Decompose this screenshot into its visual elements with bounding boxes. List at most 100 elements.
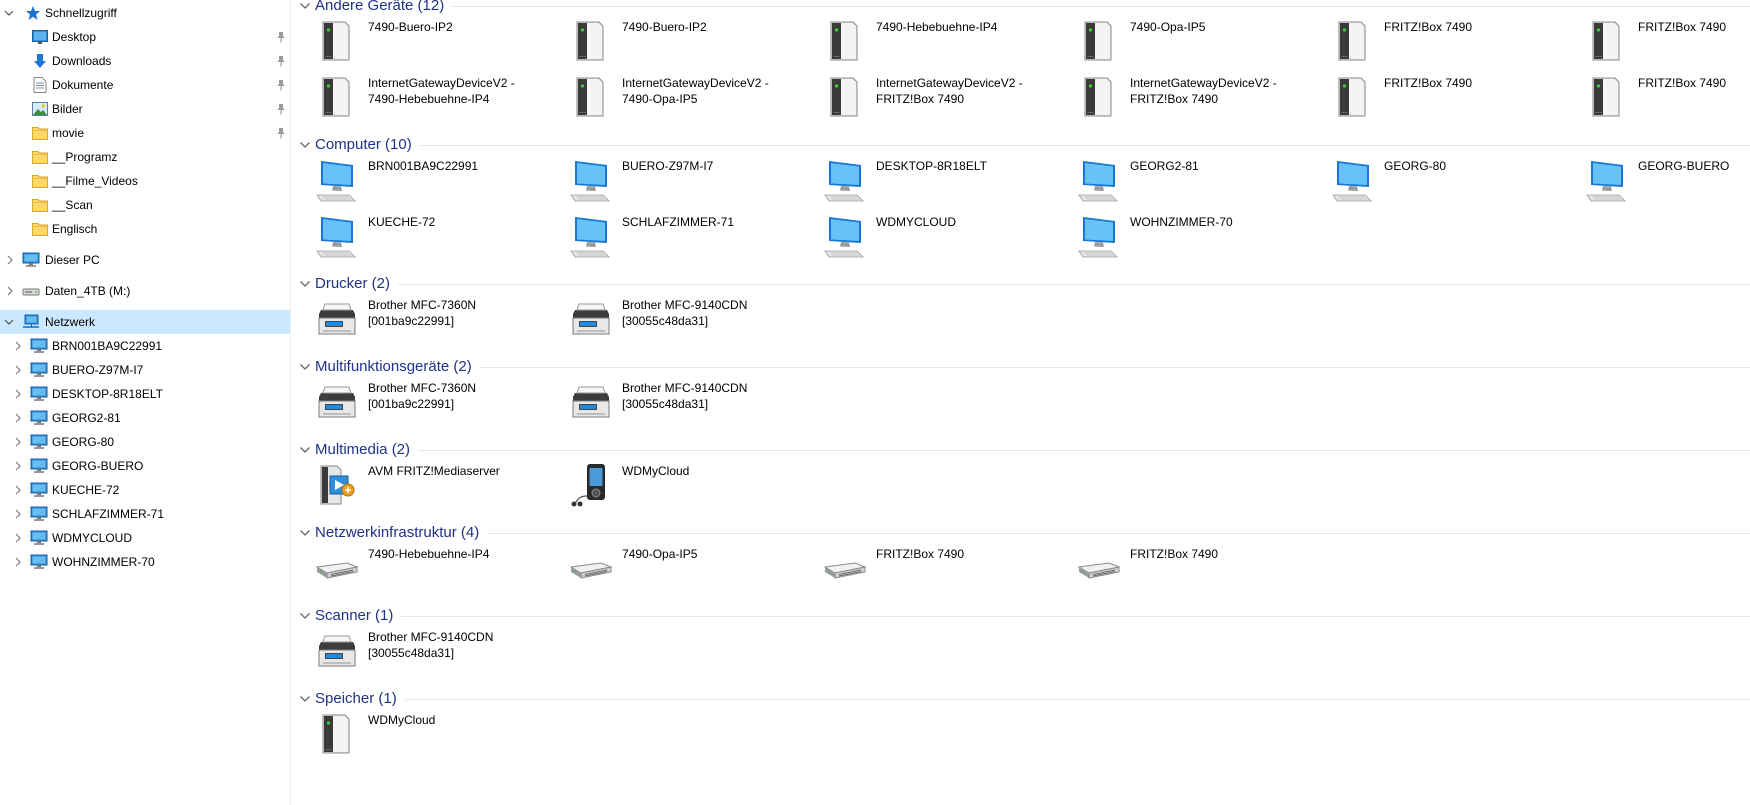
chevron-down-icon[interactable]	[4, 317, 14, 327]
network-device-item[interactable]: GEORG2-81	[1057, 155, 1307, 203]
computer-icon	[569, 211, 613, 259]
nav-quick-access-item[interactable]: __Programz	[0, 145, 290, 169]
chevron-down-icon[interactable]	[299, 278, 311, 288]
network-device-item[interactable]: FRITZ!Box 7490	[1311, 16, 1561, 64]
network-device-item[interactable]: Brother MFC-9140CDN [30055c48da31]	[549, 377, 799, 425]
nav-quick-access-item[interactable]: Bilder	[0, 97, 290, 121]
network-device-item[interactable]: 7490-Opa-IP5	[1057, 16, 1307, 64]
network-device-item[interactable]: FRITZ!Box 7490	[1565, 16, 1750, 64]
group-header[interactable]: Multimedia (2)	[291, 441, 1750, 459]
chevron-right-icon[interactable]	[13, 341, 23, 351]
network-device-item[interactable]: InternetGatewayDeviceV2 - FRITZ!Box 7490	[1057, 72, 1307, 120]
nav-network-computer[interactable]: GEORG2-81	[0, 406, 290, 430]
chevron-down-icon[interactable]	[299, 693, 311, 703]
chevron-right-icon[interactable]	[13, 389, 23, 399]
nav-item-label: Desktop	[52, 30, 97, 44]
nav-network-computer[interactable]: SCHLAFZIMMER-71	[0, 502, 290, 526]
chevron-down-icon[interactable]	[299, 527, 311, 537]
nav-item-label: WDMYCLOUD	[52, 531, 132, 545]
chevron-right-icon[interactable]	[13, 461, 23, 471]
group-header[interactable]: Speicher (1)	[291, 690, 1750, 708]
pin-icon	[276, 31, 286, 43]
network-device-item[interactable]: 7490-Hebebuehne-IP4	[803, 16, 1053, 64]
group-header[interactable]: Scanner (1)	[291, 607, 1750, 625]
network-device-item[interactable]: WDMyCloud	[295, 709, 545, 757]
network-device-item[interactable]: InternetGatewayDeviceV2 - FRITZ!Box 7490	[803, 72, 1053, 120]
network-device-item[interactable]: FRITZ!Box 7490	[1311, 72, 1561, 120]
nav-network-computer[interactable]: GEORG-80	[0, 430, 290, 454]
chevron-down-icon[interactable]	[299, 139, 311, 149]
device-tower-icon	[1331, 72, 1375, 120]
nav-network-computer[interactable]: KUECHE-72	[0, 478, 290, 502]
network-device-item[interactable]: InternetGatewayDeviceV2 - 7490-Hebebuehn…	[295, 72, 545, 120]
chevron-right-icon[interactable]	[13, 437, 23, 447]
network-device-item[interactable]: 7490-Buero-IP2	[549, 16, 799, 64]
chevron-down-icon[interactable]	[299, 444, 311, 454]
router-icon	[1077, 543, 1121, 591]
nav-quick-access-item[interactable]: movie	[0, 121, 290, 145]
network-device-item[interactable]: Brother MFC-7360N [001ba9c22991]	[295, 294, 545, 342]
network-device-item[interactable]: Brother MFC-7360N [001ba9c22991]	[295, 377, 545, 425]
group-header[interactable]: Drucker (2)	[291, 275, 1750, 293]
network-device-item[interactable]: Brother MFC-9140CDN [30055c48da31]	[295, 626, 545, 674]
group-header[interactable]: Netzwerkinfrastruktur (4)	[291, 524, 1750, 542]
nav-quick-access-item[interactable]: Englisch	[0, 217, 290, 241]
chevron-right-icon[interactable]	[13, 557, 23, 567]
chevron-right-icon[interactable]	[5, 286, 15, 296]
network-device-item[interactable]: InternetGatewayDeviceV2 - 7490-Opa-IP5	[549, 72, 799, 120]
network-device-item[interactable]: GEORG-BUERO	[1565, 155, 1750, 203]
group-separator	[398, 284, 1750, 285]
nav-quick-access-item[interactable]: Dokumente	[0, 73, 290, 97]
nav-network-computer[interactable]: BRN001BA9C22991	[0, 334, 290, 358]
computer-icon	[1077, 211, 1121, 259]
nav-quick-access-item[interactable]: __Filme_Videos	[0, 169, 290, 193]
network-device-item[interactable]: BUERO-Z97M-I7	[549, 155, 799, 203]
nav-network-computer[interactable]: WOHNZIMMER-70	[0, 550, 290, 574]
device-name: 7490-Opa-IP5	[622, 547, 698, 561]
network-device-item[interactable]: FRITZ!Box 7490	[1057, 543, 1307, 591]
printer-icon	[315, 294, 359, 342]
network-device-item[interactable]: 7490-Buero-IP2	[295, 16, 545, 64]
nav-quick-access-item[interactable]: Downloads	[0, 49, 290, 73]
network-device-item[interactable]: FRITZ!Box 7490	[803, 543, 1053, 591]
nav-quick-access[interactable]: Schnellzugriff	[0, 1, 290, 25]
nav-network-computer[interactable]: DESKTOP-8R18ELT	[0, 382, 290, 406]
chevron-down-icon[interactable]	[4, 8, 14, 18]
chevron-right-icon[interactable]	[13, 365, 23, 375]
chevron-down-icon[interactable]	[299, 610, 311, 620]
nav-network-computer[interactable]: BUERO-Z97M-I7	[0, 358, 290, 382]
chevron-right-icon[interactable]	[13, 509, 23, 519]
network-device-item[interactable]: GEORG-80	[1311, 155, 1561, 203]
network-device-item[interactable]: WDMYCLOUD	[803, 211, 1053, 259]
nav-this-pc[interactable]: Dieser PC	[0, 248, 290, 272]
chevron-right-icon[interactable]	[5, 255, 15, 265]
network-device-item[interactable]: WOHNZIMMER-70	[1057, 211, 1307, 259]
chevron-right-icon[interactable]	[13, 485, 23, 495]
device-name: WDMYCLOUD	[876, 215, 956, 229]
network-device-item[interactable]: WDMyCloud	[549, 460, 799, 508]
nav-quick-access-item[interactable]: __Scan	[0, 193, 290, 217]
nav-network-computer[interactable]: WDMYCLOUD	[0, 526, 290, 550]
network-device-item[interactable]: 7490-Hebebuehne-IP4	[295, 543, 545, 591]
network-device-item[interactable]: FRITZ!Box 7490	[1565, 72, 1750, 120]
network-device-item[interactable]: AVM FRITZ!Mediaserver	[295, 460, 545, 508]
network-device-item[interactable]: Brother MFC-9140CDN [30055c48da31]	[549, 294, 799, 342]
nav-network-computer[interactable]: GEORG-BUERO	[0, 454, 290, 478]
group-separator	[401, 616, 1750, 617]
nav-quick-access-item[interactable]: Desktop	[0, 25, 290, 49]
computer-icon	[1077, 155, 1121, 203]
group-header[interactable]: Multifunktionsgeräte (2)	[291, 358, 1750, 376]
nav-drive-m[interactable]: Daten_4TB (M:)	[0, 279, 290, 303]
group-header[interactable]: Computer (10)	[291, 136, 1750, 154]
network-device-item[interactable]: KUECHE-72	[295, 211, 545, 259]
network-device-item[interactable]: BRN001BA9C22991	[295, 155, 545, 203]
network-device-item[interactable]: SCHLAFZIMMER-71	[549, 211, 799, 259]
nav-network[interactable]: Netzwerk	[0, 310, 290, 334]
chevron-down-icon[interactable]	[299, 361, 311, 371]
chevron-right-icon[interactable]	[13, 413, 23, 423]
chevron-right-icon[interactable]	[13, 533, 23, 543]
group-header[interactable]: Andere Geräte (12)	[291, 0, 1750, 15]
chevron-down-icon[interactable]	[299, 0, 311, 10]
network-device-item[interactable]: DESKTOP-8R18ELT	[803, 155, 1053, 203]
network-device-item[interactable]: 7490-Opa-IP5	[549, 543, 799, 591]
